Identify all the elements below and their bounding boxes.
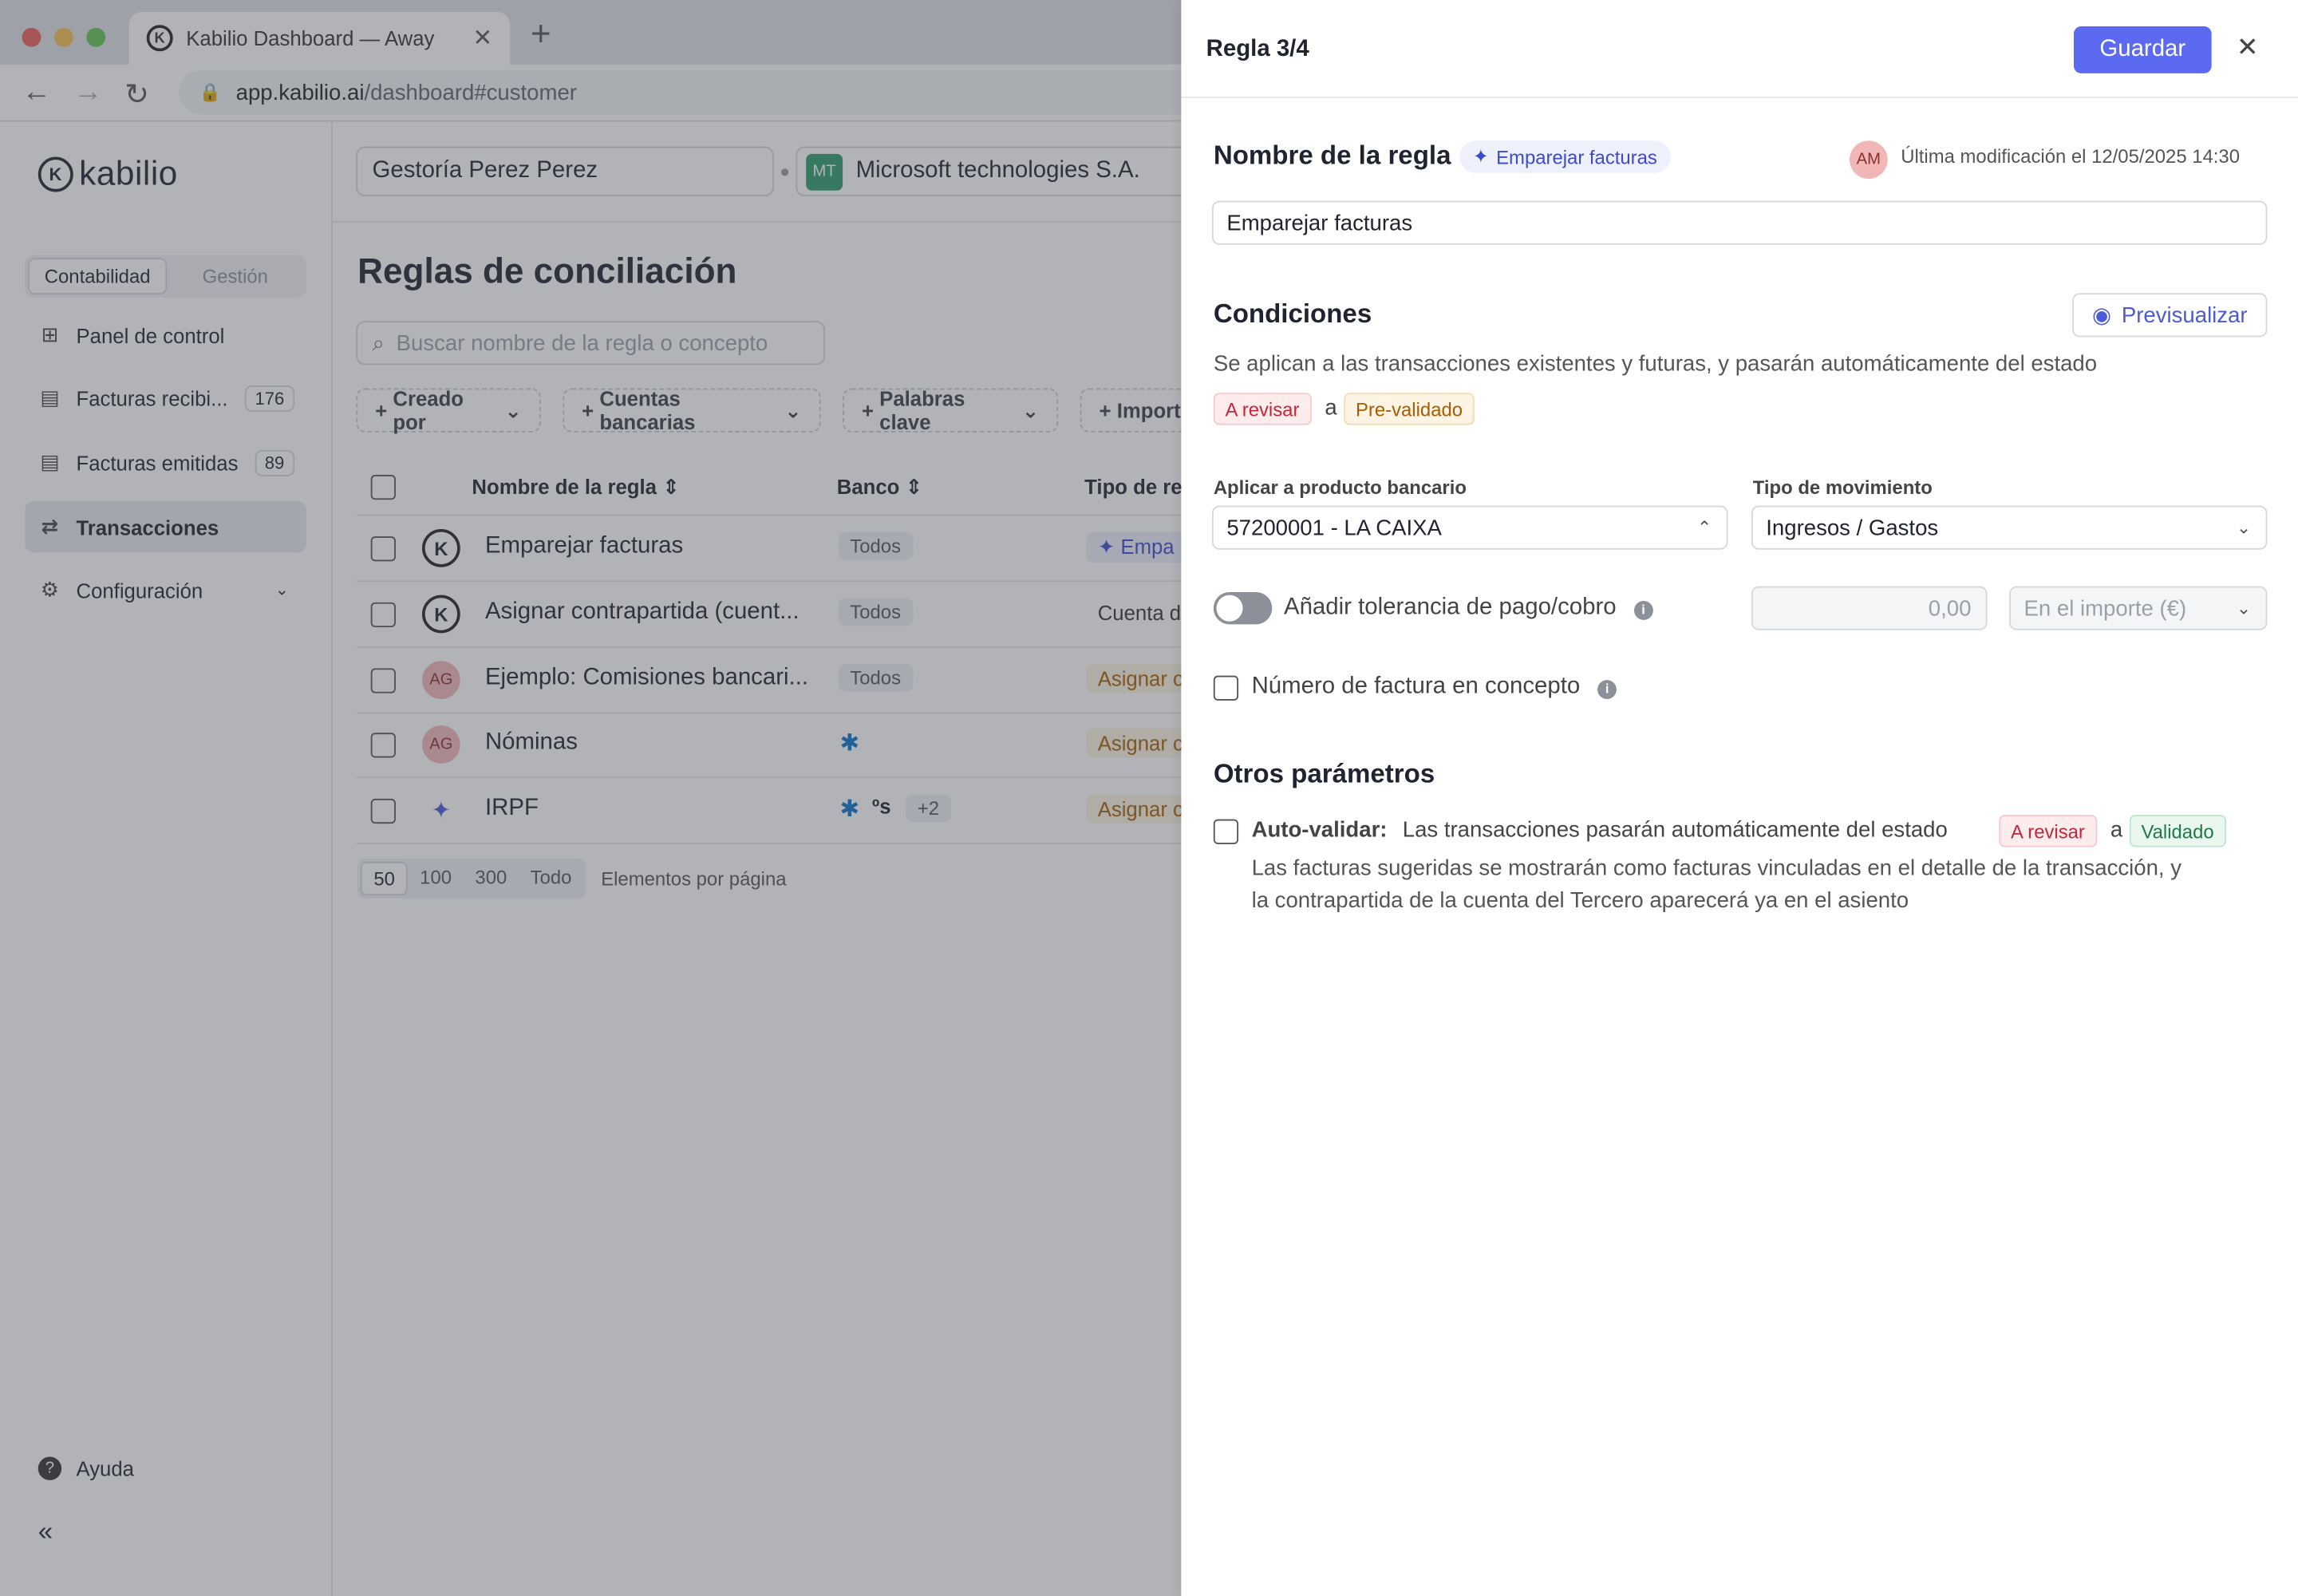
preview-label: Previsualizar xyxy=(2121,302,2248,328)
connector-text: a xyxy=(2110,817,2123,843)
info-icon[interactable]: i xyxy=(1597,679,1617,699)
rule-name-heading: Nombre de la regla xyxy=(1213,140,1451,171)
tolerance-amount-input[interactable]: 0,00 xyxy=(1751,586,1988,630)
status-badge: A revisar xyxy=(1999,815,2097,847)
status-badge: A revisar xyxy=(1213,393,1312,425)
info-icon[interactable]: i xyxy=(1633,600,1653,619)
connector-text: a xyxy=(1325,395,1337,421)
movement-type-select[interactable]: Ingresos / Gastos ⌄ xyxy=(1751,505,2268,550)
modal-backdrop[interactable] xyxy=(0,0,1182,1596)
tolerance-text: Añadir tolerancia de pago/cobro xyxy=(1283,595,1617,620)
autovalidate-label: Auto-validar: xyxy=(1251,817,1388,843)
rule-type-label: Emparejar facturas xyxy=(1496,145,1657,168)
autovalidate-checkbox[interactable] xyxy=(1213,819,1239,844)
invoice-in-concept-label: Número de factura en concepto i xyxy=(1252,674,1617,701)
invoice-in-concept-checkbox[interactable] xyxy=(1213,675,1239,701)
conditions-heading: Condiciones xyxy=(1213,298,1372,329)
rule-name-input[interactable]: Emparejar facturas xyxy=(1211,200,2268,245)
preview-button[interactable]: ◉ Previsualizar xyxy=(2072,293,2268,338)
select-value: En el importe (€) xyxy=(2024,595,2187,621)
sparkles-icon: ✦ xyxy=(1472,144,1489,168)
select-value: Ingresos / Gastos xyxy=(1766,515,1939,540)
other-params-heading: Otros parámetros xyxy=(1213,759,1435,789)
author-avatar: AM xyxy=(1849,140,1888,180)
checkbox-text: Número de factura en concepto xyxy=(1251,674,1581,700)
last-modified: Última modificación el 12/05/2025 14:30 xyxy=(1901,144,2241,168)
tolerance-unit-select[interactable]: En el importe (€) ⌄ xyxy=(2009,586,2268,630)
movement-type-label: Tipo de movimiento xyxy=(1752,476,1933,499)
save-button[interactable]: Guardar xyxy=(2073,26,2212,73)
chevron-down-icon: ⌄ xyxy=(2236,517,2252,539)
tolerance-toggle[interactable] xyxy=(1213,591,1273,625)
bank-product-label: Aplicar a producto bancario xyxy=(1213,476,1467,499)
autovalidate-description-2: la contrapartida de la cuenta del Tercer… xyxy=(1251,887,1909,914)
status-badge: Pre-validado xyxy=(1344,393,1475,425)
chevron-up-icon: ⌃ xyxy=(1696,517,1712,539)
eye-icon: ◉ xyxy=(2091,303,2112,329)
bank-product-select[interactable]: 57200001 - LA CAIXA ⌃ xyxy=(1211,505,1728,550)
rule-editor-panel: Regla 3/4 Guardar ✕ Nombre de la regla ✦… xyxy=(1181,0,2298,1596)
app-frame: K Kabilio Dashboard — Away ✕ + ← → ↻ 🔒 a… xyxy=(0,0,2298,1596)
tolerance-label: Añadir tolerancia de pago/cobro i xyxy=(1284,595,1653,622)
rule-type-tag: ✦ Emparejar facturas xyxy=(1459,140,1671,173)
autovalidate-text: Las transacciones pasarán automáticament… xyxy=(1402,817,1948,843)
conditions-description: Se aplican a las transacciones existente… xyxy=(1213,351,2098,377)
panel-header: Regla 3/4 Guardar ✕ xyxy=(1181,0,2298,99)
panel-title: Regla 3/4 xyxy=(1206,36,1309,62)
select-value: 57200001 - LA CAIXA xyxy=(1226,515,1442,540)
close-icon[interactable]: ✕ xyxy=(2237,32,2259,63)
status-badge: Validado xyxy=(2129,815,2226,847)
chevron-down-icon: ⌄ xyxy=(2236,598,2252,619)
autovalidate-description-1: Las facturas sugeridas se mostrarán como… xyxy=(1251,855,2182,881)
